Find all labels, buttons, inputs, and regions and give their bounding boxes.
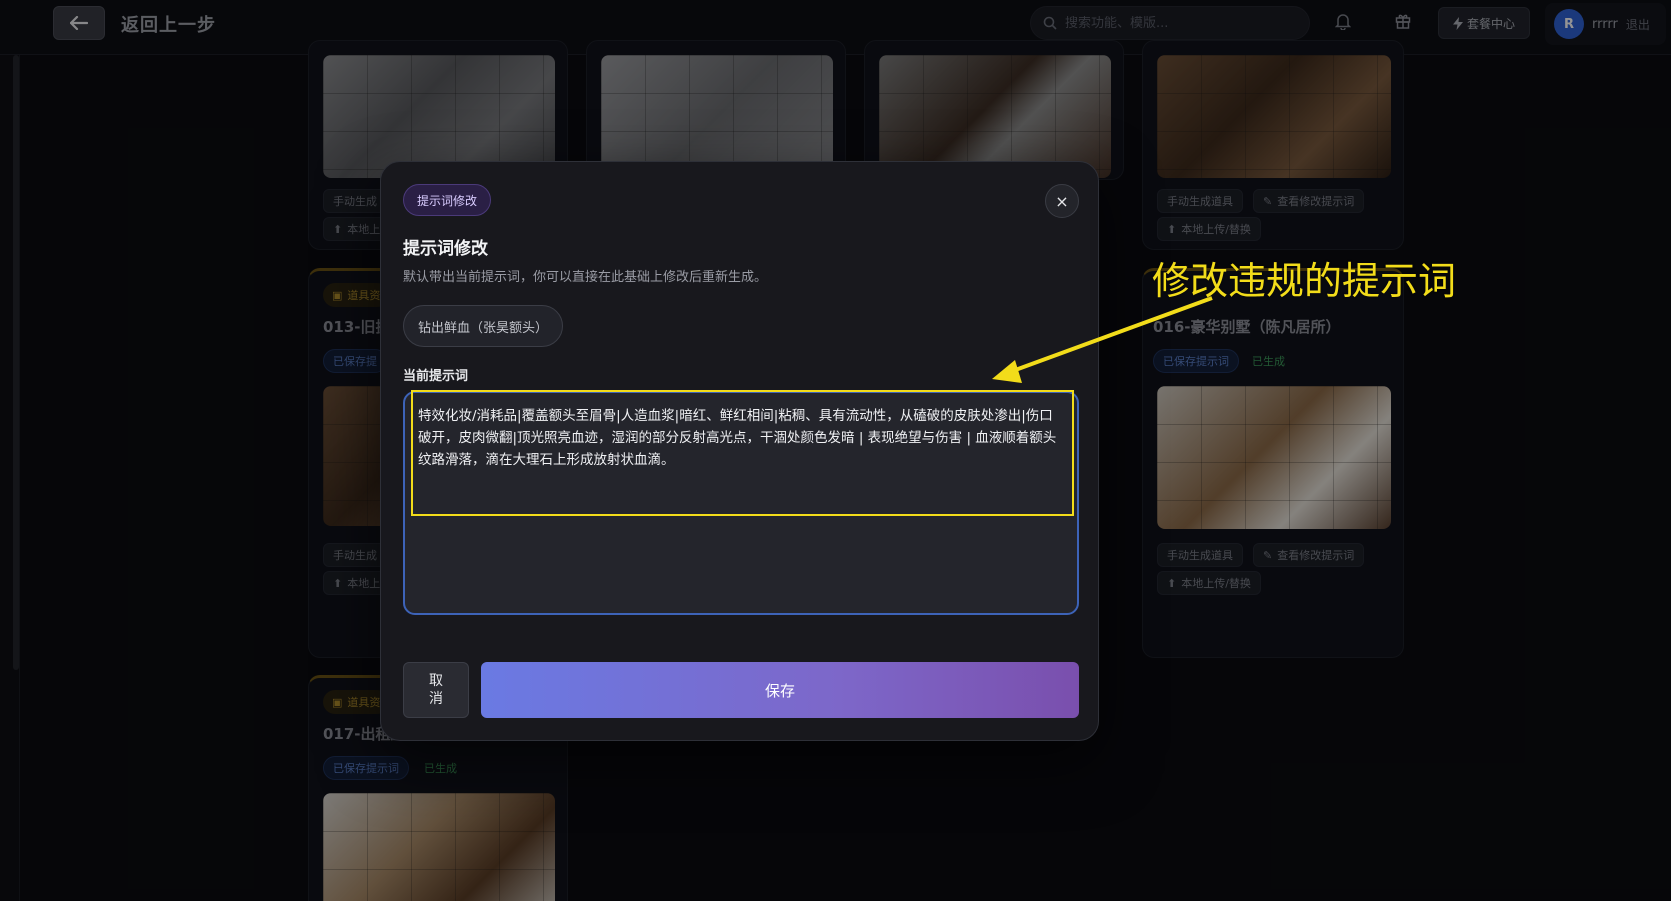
preset-prompt-chip[interactable]: 钻出鲜血（张昊额头） bbox=[403, 305, 564, 347]
prompt-edit-modal: 提示词修改 × 提示词修改 默认带出当前提示词，你可以直接在此基础上修改后重新生… bbox=[380, 161, 1099, 741]
close-icon: × bbox=[1055, 191, 1069, 211]
annotation-text: 修改违规的提示词 bbox=[1152, 259, 1457, 303]
modal-description: 默认带出当前提示词，你可以直接在此基础上修改后重新生成。 bbox=[403, 270, 768, 285]
prompt-textarea[interactable]: 特效化妆/消耗品|覆盖额头至眉骨|人造血浆|暗红、鲜红相间|粘稠、具有流动性，从… bbox=[403, 391, 1079, 615]
modal-title: 提示词修改 bbox=[403, 239, 488, 259]
cancel-label: 取消 bbox=[429, 673, 443, 707]
save-label: 保存 bbox=[764, 681, 795, 700]
cancel-button[interactable]: 取消 bbox=[403, 662, 469, 718]
current-prompt-label: 当前提示词 bbox=[403, 369, 469, 384]
save-button[interactable]: 保存 bbox=[481, 662, 1079, 718]
modal-tag: 提示词修改 bbox=[403, 184, 492, 216]
close-button[interactable]: × bbox=[1045, 184, 1079, 218]
